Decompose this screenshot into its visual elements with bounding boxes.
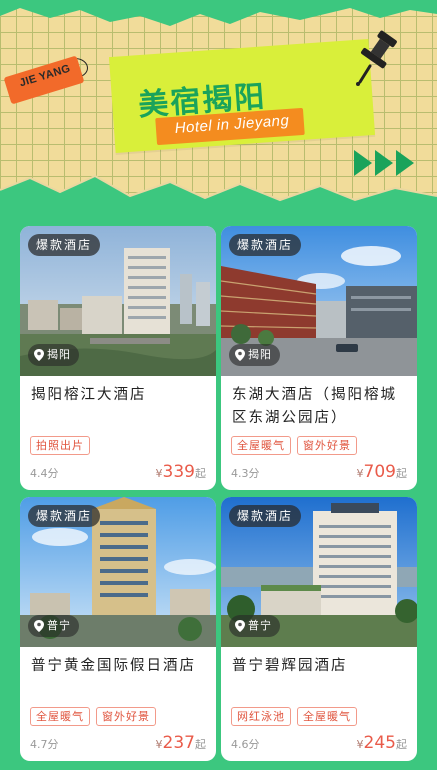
feature-tag: 全屋暖气 [231,436,291,455]
feature-tag: 拍照出片 [30,436,90,455]
hotel-price: 245 [363,733,396,753]
hotel-photo: 爆款酒店 普宁 [20,497,216,647]
hotel-card[interactable]: 爆款酒店 普宁 普宁黄金国际假日酒店 全屋暖气 窗外好景 4.7分 ¥237起 [20,497,216,761]
location-pin-icon [34,620,44,632]
hotel-price: 709 [363,462,396,482]
feature-tag: 窗外好景 [96,707,156,726]
hotel-price: 237 [162,733,195,753]
hotel-score: 4.6分 [231,738,260,751]
location-badge: 普宁 [229,615,280,637]
hotel-tags: 全屋暖气 窗外好景 [30,707,216,727]
card-footer: 4.4分 ¥339起 [30,462,206,482]
location-pin-icon [235,620,245,632]
hotel-photo: 爆款酒店 普宁 [221,497,417,647]
price-group: ¥709起 [357,462,407,482]
location-badge: 揭阳 [229,344,280,366]
hot-hotel-badge: 爆款酒店 [229,234,302,256]
card-footer: 4.6分 ¥245起 [231,733,407,753]
feature-tag: 全屋暖气 [30,707,90,726]
currency-symbol: ¥ [356,738,364,751]
hotel-name: 揭阳榕江大酒店 [31,387,147,403]
price-unit: 起 [195,738,206,751]
hotel-score: 4.4分 [30,467,59,480]
hotel-score: 4.3分 [231,467,260,480]
hotel-name: 普宁黄金国际假日酒店 [31,658,196,674]
hotel-card[interactable]: 爆款酒店 揭阳 东湖大酒店（揭阳榕城区东湖公园店） 全屋暖气 窗外好景 4.3分… [221,226,417,490]
location-text: 普宁 [248,619,272,632]
location-text: 揭阳 [248,348,272,361]
location-pin-icon [235,349,245,361]
hot-hotel-badge: 爆款酒店 [229,505,302,527]
location-text: 普宁 [47,619,71,632]
feature-tag: 全屋暖气 [297,707,357,726]
currency-symbol: ¥ [155,467,163,480]
currency-symbol: ¥ [155,738,163,751]
location-badge: 普宁 [28,615,79,637]
price-group: ¥237起 [156,733,206,753]
hotel-tags: 拍照出片 [30,436,216,456]
currency-symbol: ¥ [356,467,364,480]
feature-tag: 窗外好景 [297,436,357,455]
hotel-name: 普宁碧辉园酒店 [232,658,348,674]
card-footer: 4.3分 ¥709起 [231,462,407,482]
card-footer: 4.7分 ¥237起 [30,733,206,753]
hotel-grid: 爆款酒店 揭阳 揭阳榕江大酒店 拍照出片 4.4分 ¥339起 爆款酒店 揭阳 … [0,0,437,770]
location-badge: 揭阳 [28,344,79,366]
price-unit: 起 [396,738,407,751]
price-unit: 起 [195,467,206,480]
hotel-score: 4.7分 [30,738,59,751]
location-pin-icon [34,349,44,361]
hotel-price: 339 [162,462,195,482]
hotel-card[interactable]: 爆款酒店 揭阳 揭阳榕江大酒店 拍照出片 4.4分 ¥339起 [20,226,216,490]
price-unit: 起 [396,467,407,480]
hotel-name: 东湖大酒店（揭阳榕城区东湖公园店） [232,387,397,426]
price-group: ¥339起 [156,462,206,482]
hotel-tags: 网红泳池 全屋暖气 [231,707,417,727]
price-group: ¥245起 [357,733,407,753]
feature-tag: 网红泳池 [231,707,291,726]
hotel-tags: 全屋暖气 窗外好景 [231,436,417,456]
hotel-photo: 爆款酒店 揭阳 [221,226,417,376]
location-text: 揭阳 [47,348,71,361]
hot-hotel-badge: 爆款酒店 [28,505,101,527]
hot-hotel-badge: 爆款酒店 [28,234,101,256]
hotel-photo: 爆款酒店 揭阳 [20,226,216,376]
hotel-card[interactable]: 爆款酒店 普宁 普宁碧辉园酒店 网红泳池 全屋暖气 4.6分 ¥245起 [221,497,417,761]
